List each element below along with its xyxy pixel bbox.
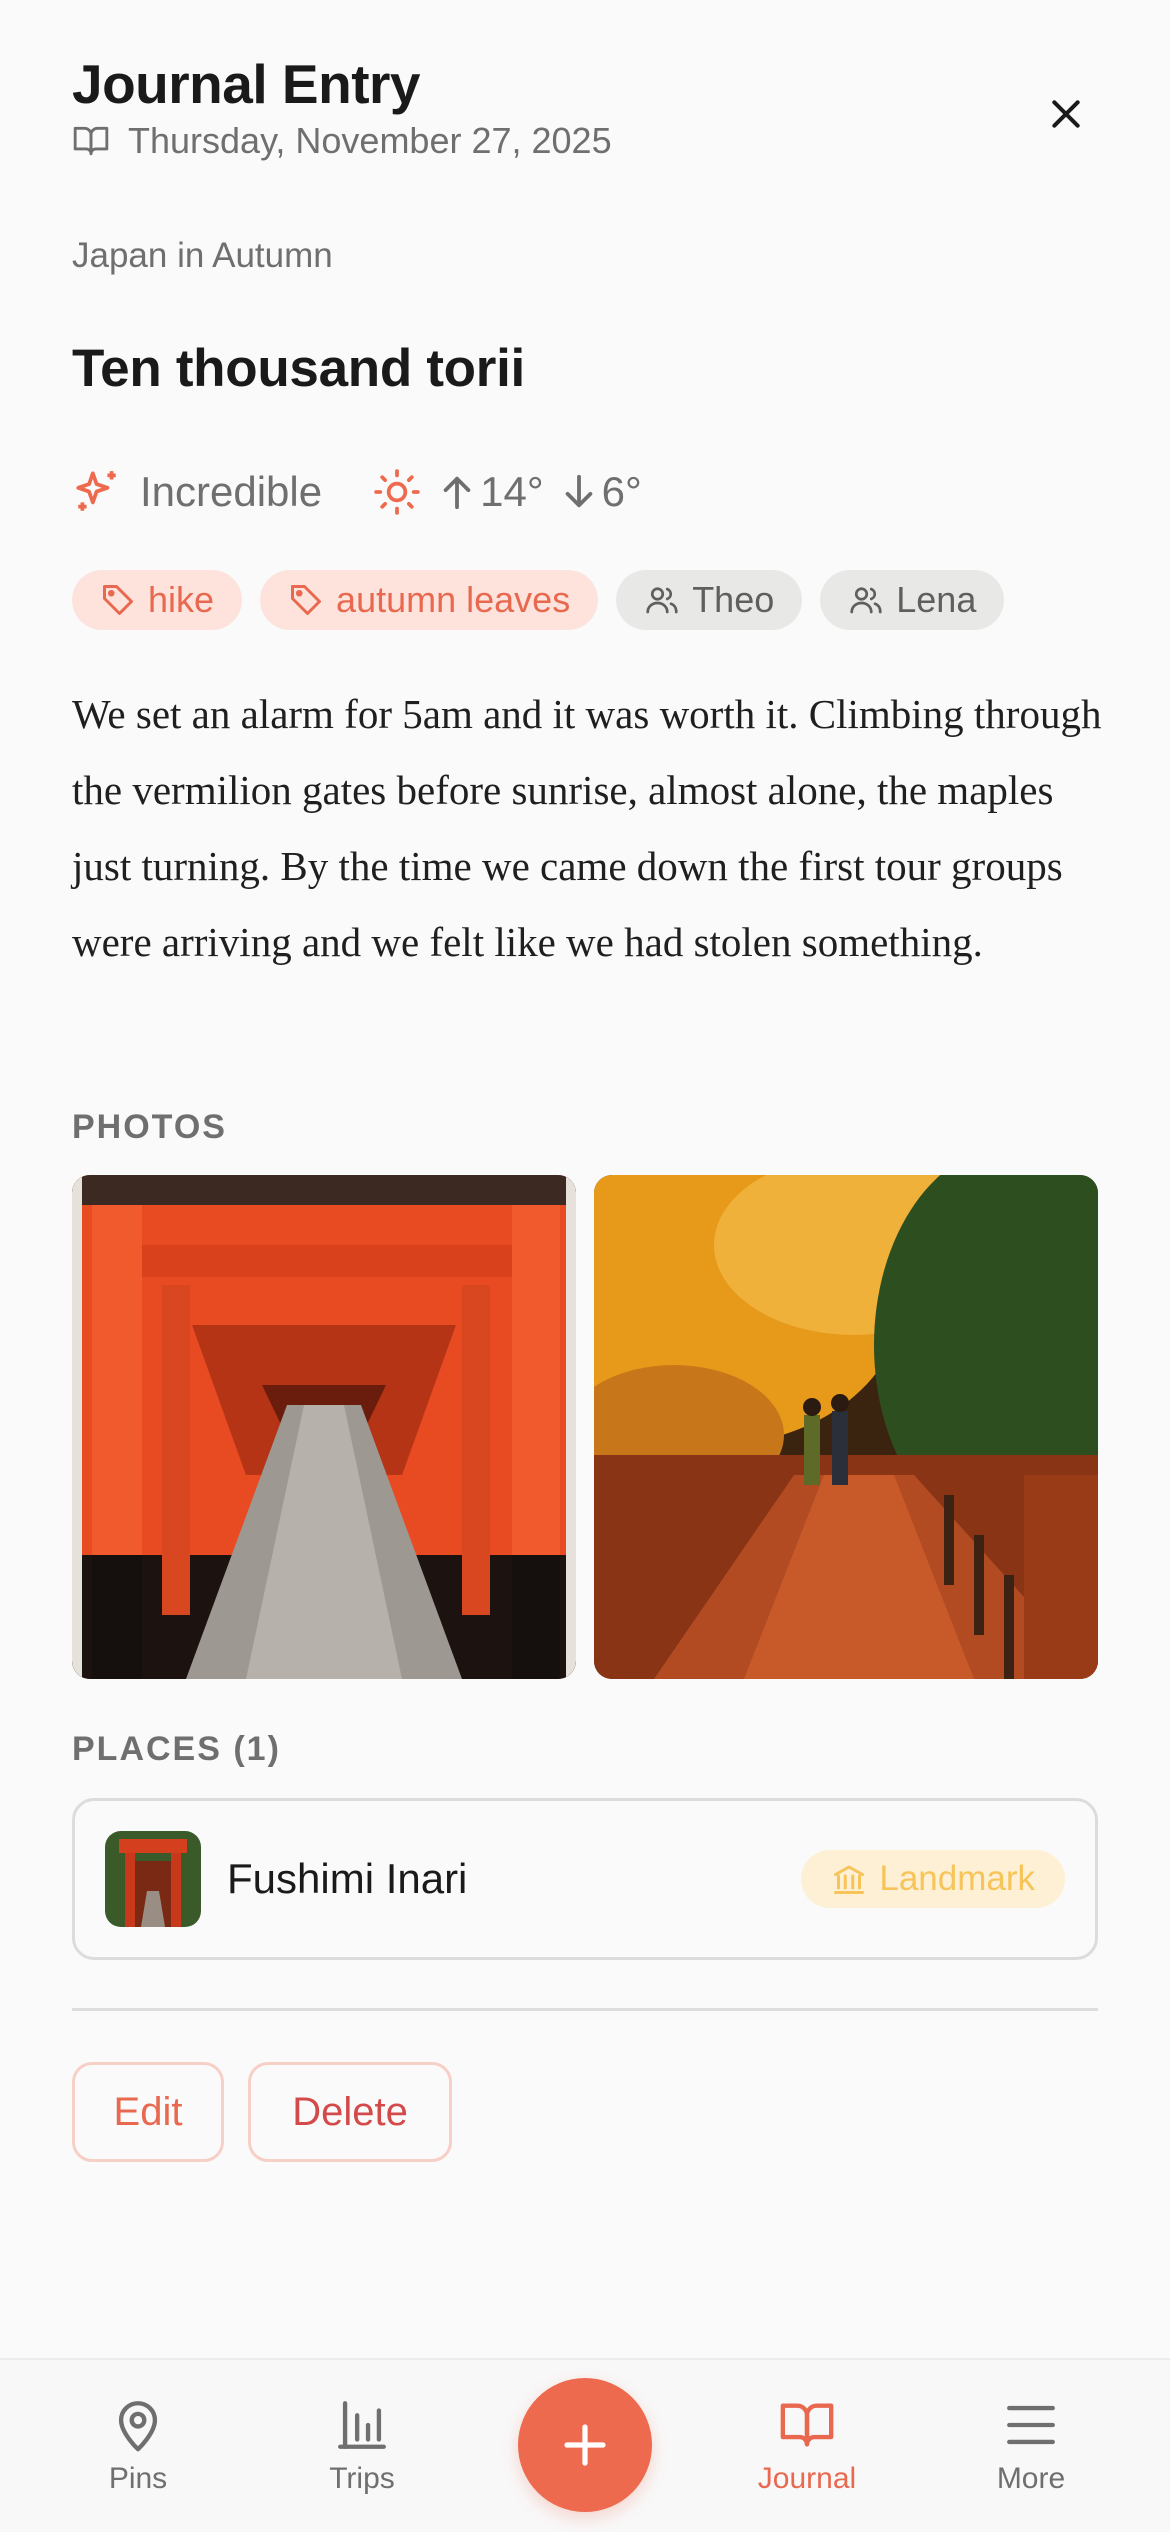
page-title: Journal Entry bbox=[72, 53, 421, 115]
arrow-up-icon bbox=[443, 476, 471, 510]
menu-icon bbox=[1007, 2405, 1055, 2445]
mood: Incredible bbox=[72, 467, 322, 517]
place-card-fushimi-inari[interactable]: Fushimi Inari Landmark bbox=[72, 1798, 1098, 1960]
bar-chart-icon bbox=[338, 2401, 386, 2449]
plus-icon bbox=[564, 2424, 606, 2466]
places-section-label: PLACES (1) bbox=[72, 1730, 281, 1768]
entry-actions: Edit Delete bbox=[72, 2062, 452, 2162]
temp-high-value: 14° bbox=[480, 468, 544, 515]
tab-journal[interactable]: Journal bbox=[717, 2360, 897, 2532]
entry-meta-row: Incredible 14° 6° bbox=[72, 462, 692, 522]
add-entry-button[interactable] bbox=[518, 2378, 652, 2512]
arrow-down-icon bbox=[565, 474, 592, 508]
users-icon bbox=[646, 587, 678, 614]
photo-autumn-path[interactable] bbox=[594, 1175, 1098, 1679]
edit-button[interactable]: Edit bbox=[72, 2062, 224, 2162]
tag-label: Theo bbox=[692, 579, 775, 620]
tab-pins[interactable]: Pins bbox=[48, 2360, 228, 2532]
tag-person-theo[interactable]: Theo bbox=[616, 570, 803, 630]
header: Journal Entry Thursday, November 27, 202… bbox=[72, 52, 1098, 172]
entry-title: Ten thousand torii bbox=[72, 339, 525, 398]
landmark-icon bbox=[834, 1865, 865, 1894]
autumn-photo-image bbox=[594, 1175, 1098, 1679]
tag-label: hike bbox=[148, 579, 215, 620]
divider bbox=[72, 2008, 1098, 2011]
tab-more[interactable]: More bbox=[941, 2360, 1121, 2532]
entry-body: We set an alarm for 5am and it was worth… bbox=[72, 691, 1102, 965]
tab-trips[interactable]: Trips bbox=[272, 2360, 452, 2532]
photo-grid bbox=[72, 1175, 1098, 1679]
entry-date: Thursday, November 27, 2025 bbox=[128, 120, 612, 161]
tag-label: autumn leaves bbox=[336, 579, 571, 620]
entry-date-row: Thursday, November 27, 2025 bbox=[72, 120, 612, 162]
temp-high: 14° bbox=[440, 468, 544, 516]
tag-autumn-leaves[interactable]: autumn leaves bbox=[260, 570, 599, 630]
place-name: Fushimi Inari bbox=[227, 1855, 468, 1902]
temp-low: 6° bbox=[562, 468, 642, 516]
close-icon bbox=[1052, 100, 1080, 128]
book-open-icon bbox=[73, 126, 109, 156]
sparkles-icon bbox=[76, 471, 116, 511]
book-open-icon bbox=[780, 2403, 834, 2447]
temp-low-value: 6° bbox=[601, 468, 642, 515]
place-thumbnail bbox=[105, 1831, 201, 1927]
map-pin-icon bbox=[118, 2401, 158, 2452]
torii-photo-image bbox=[72, 1175, 576, 1679]
sun-icon bbox=[374, 469, 420, 515]
trip-name[interactable]: Japan in Autumn bbox=[72, 236, 333, 276]
tab-label: Pins bbox=[108, 2462, 168, 2495]
tab-label: Trips bbox=[329, 2462, 395, 2495]
users-icon bbox=[850, 587, 882, 614]
photo-torii-gates[interactable] bbox=[72, 1175, 576, 1679]
tab-label: More bbox=[996, 2462, 1066, 2495]
tag-person-lena[interactable]: Lena bbox=[820, 570, 1005, 630]
close-button[interactable] bbox=[1034, 82, 1098, 146]
place-thumbnail-image bbox=[105, 1831, 201, 1927]
tag-icon bbox=[291, 585, 322, 615]
tab-label: Journal bbox=[757, 2462, 857, 2495]
photos-section-label: PHOTOS bbox=[72, 1108, 227, 1146]
mood-label: Incredible bbox=[140, 468, 323, 515]
tag-label: Lena bbox=[896, 579, 977, 620]
tag-hike[interactable]: hike bbox=[72, 570, 243, 630]
delete-button[interactable]: Delete bbox=[248, 2062, 452, 2162]
weather: 14° 6° bbox=[372, 467, 642, 517]
place-category-badge: Landmark bbox=[801, 1850, 1065, 1908]
tag-list: hike autumn leaves Theo Lena bbox=[72, 570, 1005, 630]
tag-icon bbox=[103, 585, 133, 615]
place-category-label: Landmark bbox=[879, 1859, 1035, 1898]
